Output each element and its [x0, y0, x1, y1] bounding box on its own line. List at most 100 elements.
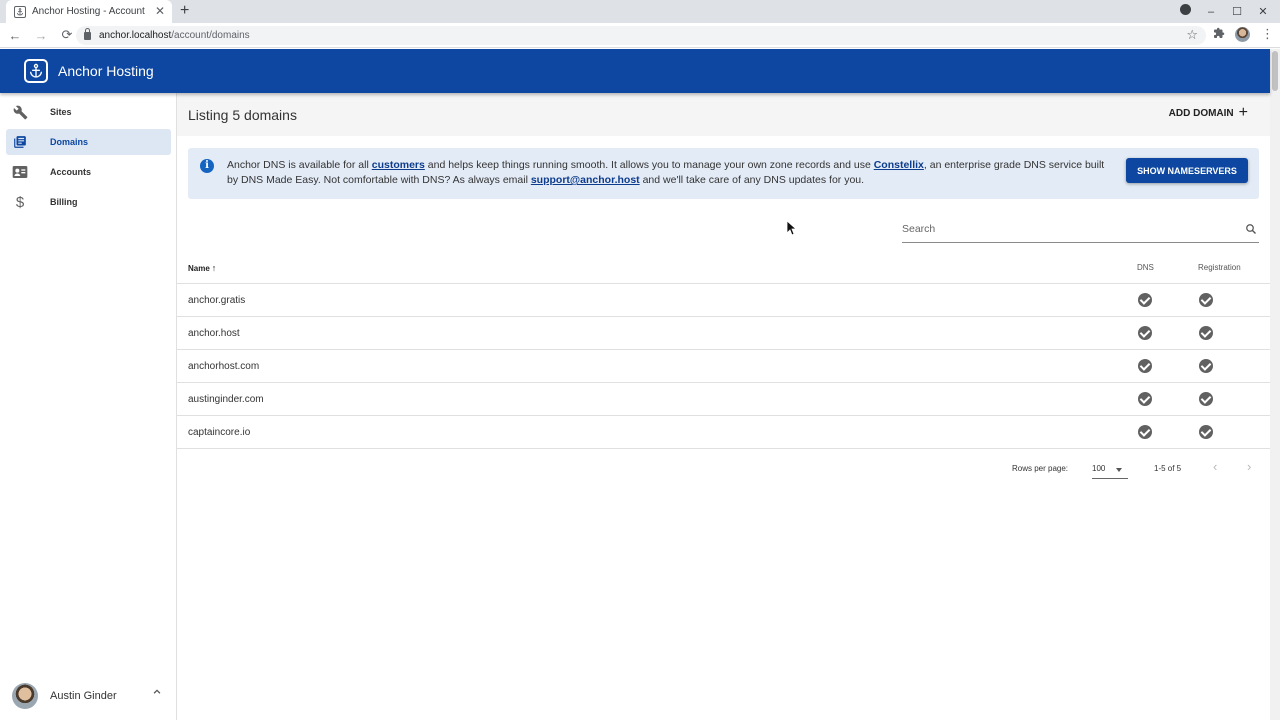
sidebar-item-accounts[interactable]: Accounts: [6, 159, 171, 185]
lock-icon: [84, 27, 91, 40]
browser-tabstrip: Anchor Hosting - Account ✕ + – ☐ ✕: [0, 0, 1280, 23]
extensions-puzzle-icon[interactable]: [1213, 27, 1225, 42]
add-domain-button[interactable]: ADD DOMAIN +: [1168, 104, 1248, 121]
plus-icon: +: [1238, 104, 1248, 121]
anchor-logo-icon[interactable]: [24, 59, 48, 83]
sidebar-item-label: Accounts: [50, 167, 92, 177]
check-circle-icon: [1199, 293, 1213, 307]
avatar: [12, 683, 38, 709]
close-window-button[interactable]: ✕: [1256, 5, 1270, 19]
domain-name[interactable]: captaincore.io: [188, 427, 250, 438]
back-button[interactable]: ←: [4, 28, 26, 43]
support-email-link[interactable]: support@anchor.host: [531, 174, 640, 186]
check-circle-icon: [1138, 293, 1152, 307]
forward-button[interactable]: →: [30, 28, 52, 43]
domain-name[interactable]: anchorhost.com: [188, 361, 259, 372]
column-header-registration[interactable]: Registration: [1198, 263, 1241, 272]
check-circle-icon: [1138, 425, 1152, 439]
chevron-left-icon[interactable]: ‹: [1213, 459, 1217, 474]
page-range: 1-5 of 5: [1154, 464, 1182, 473]
main-content: Listing 5 domains ADD DOMAIN + i Anchor …: [177, 93, 1270, 720]
sidebar-item-billing[interactable]: $ Billing: [6, 189, 171, 215]
page-scrollbar[interactable]: [1270, 49, 1280, 720]
column-header-label: Name: [188, 264, 210, 273]
bookmark-star-icon[interactable]: ☆: [1186, 27, 1198, 43]
check-circle-icon: [1138, 359, 1152, 373]
browser-menu-icon[interactable]: ⋮: [1261, 26, 1274, 42]
rows-per-page-value: 100: [1092, 464, 1106, 473]
column-header-dns[interactable]: DNS: [1137, 263, 1154, 272]
rows-per-page-label: Rows per page:: [1012, 464, 1069, 473]
domain-name[interactable]: anchor.gratis: [188, 295, 245, 306]
scrollbar-thumb[interactable]: [1272, 51, 1278, 91]
search-icon[interactable]: [1245, 222, 1257, 234]
app-title[interactable]: Anchor Hosting: [58, 63, 154, 79]
domain-name[interactable]: anchor.host: [188, 328, 240, 339]
tab-title: Anchor Hosting - Account: [32, 6, 145, 17]
user-menu[interactable]: Austin Ginder: [0, 681, 176, 711]
minimize-button[interactable]: –: [1204, 5, 1218, 19]
wrench-icon: [12, 104, 28, 120]
check-circle-icon: [1199, 359, 1213, 373]
info-icon: i: [200, 159, 214, 173]
window-controls: – ☐ ✕: [1178, 4, 1270, 19]
check-circle-icon: [1199, 392, 1213, 406]
rows-per-page-select[interactable]: 100: [1092, 459, 1128, 479]
sidebar-item-domains[interactable]: Domains: [6, 129, 171, 155]
search-field: [902, 217, 1259, 243]
domains-table: Name ↑ DNS Registration anchor.gratis anc…: [177, 250, 1270, 449]
page-header: Listing 5 domains ADD DOMAIN +: [177, 93, 1270, 136]
mouse-cursor-icon: [786, 220, 798, 236]
app-bar: Anchor Hosting: [0, 49, 1270, 93]
chevron-up-icon[interactable]: [152, 687, 162, 700]
reload-button[interactable]: ⟳: [56, 27, 78, 43]
table-row[interactable]: anchorhost.com: [177, 350, 1270, 383]
chevron-right-icon[interactable]: ›: [1247, 459, 1251, 474]
tab-close-icon[interactable]: ✕: [155, 4, 165, 18]
browser-tab[interactable]: Anchor Hosting - Account ✕: [6, 0, 172, 23]
search-input[interactable]: [902, 221, 1232, 237]
domain-name[interactable]: austinginder.com: [188, 394, 264, 405]
browser-toolbar: ← → ⟳ anchor.localhost /account/domains …: [0, 23, 1280, 48]
show-nameservers-button[interactable]: SHOW NAMESERVERS: [1126, 158, 1248, 183]
table-header: Name ↑ DNS Registration: [177, 250, 1270, 284]
user-name: Austin Ginder: [50, 690, 117, 702]
page-title: Listing 5 domains: [188, 106, 297, 123]
table-row[interactable]: austinginder.com: [177, 383, 1270, 416]
address-bar[interactable]: anchor.localhost /account/domains ☆: [76, 26, 1206, 45]
constellix-link[interactable]: Constellix: [874, 159, 924, 171]
url-host: anchor.localhost: [99, 30, 172, 41]
alert-text-part: and helps keep things running smooth. It…: [424, 159, 874, 171]
maximize-button[interactable]: ☐: [1230, 5, 1244, 19]
column-header-name[interactable]: Name ↑: [188, 263, 216, 273]
dns-info-alert: i Anchor DNS is available for all custom…: [188, 148, 1259, 199]
sidebar-item-label: Sites: [50, 107, 72, 117]
sort-arrow-up-icon: ↑: [211, 263, 217, 273]
check-circle-icon: [1199, 425, 1213, 439]
sidebar-item-sites[interactable]: Sites: [6, 99, 171, 125]
alert-text-part: Anchor DNS is available for all: [227, 159, 372, 171]
dollar-icon: $: [15, 193, 25, 211]
check-circle-icon: [1138, 326, 1152, 340]
browser-profile-avatar[interactable]: [1235, 27, 1250, 42]
url-path: /account/domains: [171, 30, 250, 41]
new-tab-button[interactable]: +: [180, 2, 189, 20]
list-icon: [12, 134, 28, 150]
table-pagination: Rows per page: 100 1-5 of 5 ‹ ›: [177, 456, 1270, 480]
profile-dot-icon[interactable]: [1178, 4, 1192, 19]
sidebar-item-label: Domains: [50, 137, 89, 147]
table-row[interactable]: captaincore.io: [177, 416, 1270, 449]
alert-text-part: and we'll take care of any DNS updates f…: [639, 174, 865, 186]
check-circle-icon: [1138, 392, 1152, 406]
check-circle-icon: [1199, 326, 1213, 340]
alert-message: Anchor DNS is available for all customer…: [227, 158, 1107, 188]
sidebar-item-label: Billing: [50, 197, 78, 207]
add-domain-label: ADD DOMAIN: [1168, 107, 1234, 119]
table-row[interactable]: anchor.gratis: [177, 284, 1270, 317]
card-icon: [12, 164, 28, 180]
sidebar: Sites Domains Accounts $ Billing Austin …: [0, 93, 177, 720]
anchor-favicon-icon: [14, 5, 26, 18]
caret-down-icon: [1116, 468, 1122, 472]
customers-link[interactable]: customers: [372, 159, 425, 171]
table-row[interactable]: anchor.host: [177, 317, 1270, 350]
